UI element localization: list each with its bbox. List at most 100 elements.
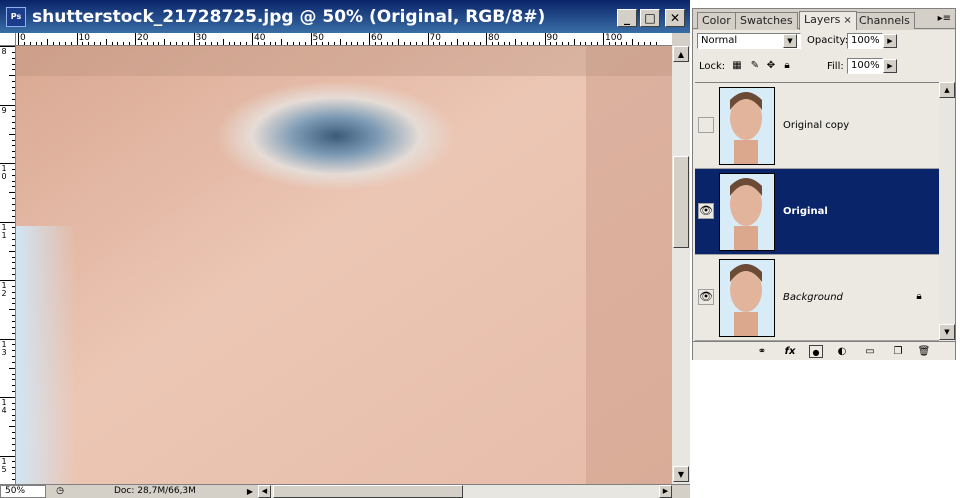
ruler-tick bbox=[12, 414, 15, 416]
ruler-tick bbox=[474, 42, 476, 45]
ruler-tick bbox=[47, 39, 49, 45]
vertical-scrollbar[interactable]: ▲ ▼ bbox=[672, 46, 690, 484]
ruler-tick bbox=[0, 221, 15, 223]
ruler-tick bbox=[12, 320, 15, 322]
tab-swatches[interactable]: Swatches bbox=[735, 12, 798, 29]
layer-row-original[interactable]: 👁︎ Original bbox=[695, 169, 939, 255]
ruler-tick bbox=[12, 203, 15, 205]
ruler-origin[interactable] bbox=[0, 33, 16, 46]
lock-position-icon[interactable]: ✥ bbox=[765, 60, 777, 72]
scroll-left-arrow-icon[interactable]: ◀ bbox=[258, 485, 271, 498]
ruler-tick bbox=[0, 280, 15, 281]
document-title-bar[interactable]: Ps shutterstock_21728725.jpg @ 50% (Orig… bbox=[0, 0, 690, 33]
layer-thumbnail[interactable] bbox=[719, 259, 775, 337]
ruler-tick bbox=[521, 42, 523, 45]
photoshop-app-icon[interactable]: Ps bbox=[6, 6, 26, 27]
close-icon: ✕ bbox=[669, 11, 681, 25]
scroll-down-arrow-icon[interactable]: ▼ bbox=[939, 324, 955, 340]
ruler-tick bbox=[12, 57, 15, 59]
ruler-tick bbox=[0, 455, 15, 457]
minimize-button[interactable]: _ bbox=[617, 9, 637, 27]
ruler-tick bbox=[462, 42, 464, 45]
layer-name[interactable]: Background bbox=[783, 291, 843, 305]
new-group-icon[interactable]: ▭ bbox=[863, 345, 877, 358]
ruler-tick bbox=[123, 42, 125, 45]
ruler-tick bbox=[12, 186, 15, 188]
zoom-level-field[interactable]: 50% bbox=[0, 485, 46, 498]
panel-menu-icon[interactable]: ▸≡ bbox=[938, 13, 951, 24]
ruler-tick bbox=[328, 42, 330, 45]
ruler-tick bbox=[12, 110, 15, 112]
opacity-slider-icon[interactable]: ▶ bbox=[883, 34, 897, 48]
layer-mask-icon[interactable]: ● bbox=[809, 345, 823, 358]
layers-list-scrollbar[interactable]: ▲ ▼ bbox=[939, 82, 955, 340]
horizontal-scrollbar[interactable]: ◀ ▶ bbox=[258, 485, 672, 498]
tab-channels[interactable]: Channels bbox=[854, 12, 915, 29]
ruler-tick bbox=[12, 391, 15, 393]
ruler-tick bbox=[263, 42, 265, 45]
ruler-label: 14 bbox=[1, 398, 7, 415]
delete-layer-icon[interactable]: 🗑︎ bbox=[917, 345, 931, 358]
fill-field[interactable]: 100% bbox=[847, 58, 883, 74]
close-button[interactable]: ✕ bbox=[665, 9, 685, 27]
tab-close-icon[interactable]: × bbox=[843, 15, 851, 26]
layer-row-background[interactable]: 👁︎ Background 🔒︎ bbox=[695, 255, 939, 341]
ruler-tick bbox=[12, 63, 15, 65]
ruler-tick bbox=[12, 69, 15, 71]
portrait-thumbnail-icon bbox=[720, 260, 774, 336]
ruler-tick bbox=[105, 39, 107, 45]
layer-thumbnail[interactable] bbox=[719, 173, 775, 251]
lock-image-icon[interactable]: ✎ bbox=[749, 60, 761, 72]
ruler-tick bbox=[585, 42, 587, 45]
ruler-tick bbox=[9, 75, 15, 77]
ruler-tick bbox=[12, 420, 15, 422]
ruler-tick bbox=[12, 145, 15, 147]
layer-visibility-toggle[interactable]: 👁︎ bbox=[698, 203, 714, 219]
layer-name[interactable]: Original copy bbox=[783, 119, 849, 133]
ruler-tick bbox=[12, 332, 15, 334]
status-menu-arrow-icon[interactable]: ▶ bbox=[245, 486, 255, 497]
ruler-tick bbox=[164, 39, 166, 45]
tab-layers[interactable]: Layers × bbox=[799, 11, 857, 30]
scroll-down-arrow-icon[interactable]: ▼ bbox=[673, 466, 689, 482]
blend-mode-dropdown-icon[interactable]: ▼ bbox=[783, 34, 797, 48]
layer-visibility-toggle[interactable] bbox=[698, 117, 714, 133]
opacity-field[interactable]: 100% bbox=[847, 33, 883, 49]
horizontal-scroll-thumb[interactable] bbox=[273, 485, 463, 498]
image-canvas[interactable] bbox=[16, 46, 672, 484]
ruler-tick bbox=[392, 42, 394, 45]
vertical-scroll-thumb[interactable] bbox=[673, 156, 689, 248]
new-layer-icon[interactable]: ❐ bbox=[891, 345, 905, 358]
layer-row-original-copy[interactable]: Original copy bbox=[695, 83, 939, 169]
ruler-tick bbox=[562, 42, 564, 45]
ruler-tick bbox=[12, 180, 15, 182]
tab-color[interactable]: Color bbox=[697, 12, 736, 29]
layer-style-icon[interactable]: fx bbox=[781, 345, 799, 358]
layer-thumbnail[interactable] bbox=[719, 87, 775, 165]
maximize-button[interactable]: □ bbox=[640, 9, 660, 27]
ruler-tick bbox=[53, 42, 55, 45]
lock-transparency-icon[interactable]: ▦ bbox=[731, 60, 743, 72]
opacity-label: Opacity: bbox=[807, 35, 849, 46]
scroll-up-arrow-icon[interactable]: ▲ bbox=[673, 46, 689, 62]
vertical-ruler[interactable]: 8 9 10 11 12 13 14 15 bbox=[0, 46, 16, 484]
ruler-tick bbox=[567, 42, 569, 45]
ruler-tick bbox=[205, 42, 207, 45]
adjustment-layer-icon[interactable]: ◐ bbox=[835, 345, 849, 358]
lock-all-icon[interactable]: 🔒︎ bbox=[781, 60, 793, 72]
link-layers-icon[interactable]: ⚭ bbox=[753, 345, 771, 358]
ruler-tick bbox=[12, 262, 15, 264]
fill-label: Fill: bbox=[827, 61, 844, 72]
ruler-tick bbox=[351, 42, 353, 45]
status-info-icon[interactable]: ◷ bbox=[54, 486, 66, 497]
ruler-tick bbox=[170, 42, 172, 45]
scroll-right-arrow-icon[interactable]: ▶ bbox=[659, 485, 672, 498]
layer-name[interactable]: Original bbox=[783, 205, 828, 219]
ruler-tick bbox=[12, 449, 15, 451]
layer-visibility-toggle[interactable]: 👁︎ bbox=[698, 289, 714, 305]
fill-slider-icon[interactable]: ▶ bbox=[883, 59, 897, 73]
scroll-up-arrow-icon[interactable]: ▲ bbox=[939, 82, 955, 98]
ruler-tick bbox=[12, 274, 15, 276]
horizontal-ruler[interactable]: 0 10 20 30 40 50 60 70 80 90 100 bbox=[16, 33, 672, 46]
ruler-tick bbox=[211, 42, 213, 45]
